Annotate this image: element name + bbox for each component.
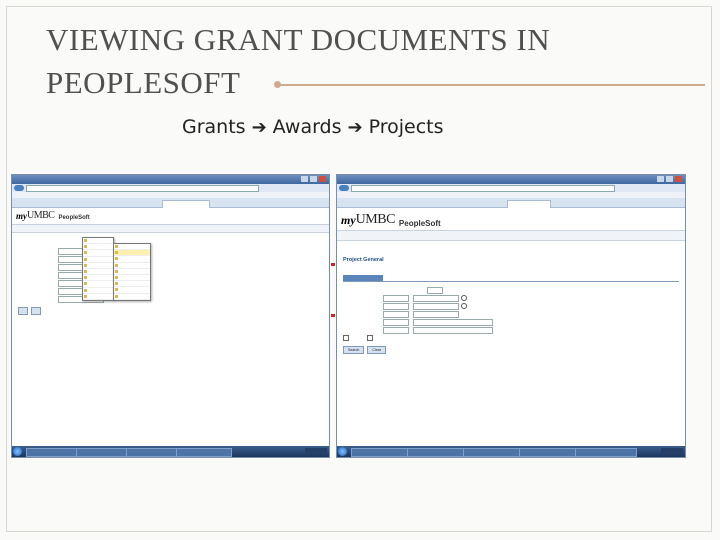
dropdown-menu-level1: [82, 237, 114, 301]
logo-umbc: UMBC: [27, 210, 55, 221]
ps-nav-bar: [337, 231, 685, 241]
include-history-checkbox[interactable]: [343, 335, 349, 341]
peoplesoft-banner: my UMBC PeopleSoft: [337, 208, 685, 231]
maximize-icon: [666, 176, 673, 182]
system-tray: [305, 448, 327, 455]
windows-taskbar: [337, 446, 685, 457]
search-row-description: [343, 310, 679, 318]
ps-content: [12, 233, 329, 320]
instruction-text: [343, 265, 679, 269]
search-button[interactable]: Search: [343, 346, 365, 354]
options-row: [343, 334, 679, 342]
menu-item[interactable]: [114, 294, 150, 300]
start-button-icon[interactable]: [338, 447, 347, 456]
search-tabs: [343, 275, 679, 282]
taskbar-item[interactable]: [407, 448, 469, 457]
browser-address-bar: [337, 184, 685, 192]
taskbar-item[interactable]: [76, 448, 132, 457]
screenshot-peoplesoft-menu: my UMBC PeopleSoft: [11, 174, 330, 458]
ps-nav-bar: [12, 225, 329, 233]
browser-tabs: [337, 198, 685, 208]
address-field: [351, 185, 615, 192]
search-row-program: [343, 318, 679, 326]
arrow-right-icon: ➔: [251, 117, 267, 138]
minimize-icon: [301, 176, 308, 182]
myumbc-logo: my UMBC PeopleSoft: [16, 210, 90, 221]
highlight-marker: [331, 263, 335, 266]
lookup-icon[interactable]: [461, 295, 467, 301]
search-row: [18, 279, 323, 287]
browser-tab: [507, 200, 551, 208]
logo-my: my: [341, 213, 356, 227]
slide-title: VIEWING GRANT DOCUMENTS IN PEOPLESOFT: [46, 22, 551, 100]
clear-button[interactable]: Clear: [367, 346, 386, 354]
search-row: [18, 287, 323, 295]
search-row: [18, 271, 323, 279]
search-row: [18, 263, 323, 271]
search-row-business-unit: [343, 294, 679, 302]
back-button-icon: [14, 185, 24, 191]
peoplesoft-banner: my UMBC PeopleSoft: [12, 208, 329, 225]
browser-address-bar: [12, 184, 329, 192]
myumbc-logo: my UMBC PeopleSoft: [341, 212, 441, 228]
search-row-processing-status: [343, 326, 679, 334]
taskbar-item[interactable]: [176, 448, 232, 457]
system-tray: [661, 448, 683, 455]
logo-peoplesoft: PeopleSoft: [58, 215, 90, 221]
highlight-marker: [331, 314, 335, 317]
search-row: [18, 247, 323, 255]
search-row: [18, 295, 323, 303]
ps-content: Project General Search Clear: [337, 241, 685, 358]
maximize-icon: [310, 176, 317, 182]
search-row: [18, 255, 323, 263]
screenshot-project-general: my UMBC PeopleSoft Project General Search C…: [336, 174, 686, 458]
logo-my: my: [16, 211, 27, 221]
case-sensitive-checkbox[interactable]: [367, 335, 373, 341]
taskbar-item[interactable]: [351, 448, 413, 457]
breadcrumb-awards: Awards: [272, 116, 342, 138]
lookup-icon[interactable]: [461, 303, 467, 309]
tab-find-existing[interactable]: [343, 275, 383, 281]
windows-taskbar: [12, 446, 329, 457]
address-field: [26, 185, 259, 192]
browser-tab: [162, 200, 210, 208]
close-icon: [319, 176, 326, 182]
taskbar-item[interactable]: [126, 448, 182, 457]
back-button-icon: [339, 185, 349, 191]
search-buttons: [18, 307, 323, 316]
logo-umbc: UMBC: [355, 212, 396, 227]
browser-tabs: [12, 198, 329, 208]
taskbar-item[interactable]: [575, 448, 637, 457]
search-row: [343, 286, 679, 294]
browser-title-bar: [337, 175, 685, 184]
search-buttons: Search Clear: [343, 346, 679, 354]
taskbar-item[interactable]: [26, 448, 82, 457]
breadcrumb-projects: Projects: [368, 116, 444, 138]
minimize-icon: [657, 176, 664, 182]
title-accent-rule: [274, 81, 705, 88]
breadcrumb: Grants ➔ Awards ➔ Projects: [182, 116, 444, 138]
start-button-icon[interactable]: [13, 447, 22, 456]
dropdown-menu-level2: [113, 243, 151, 301]
taskbar-item[interactable]: [463, 448, 525, 457]
clear-button[interactable]: [31, 307, 41, 315]
page-heading: Project General: [343, 257, 384, 263]
menu-item[interactable]: [83, 294, 113, 300]
close-icon: [675, 176, 682, 182]
breadcrumb-grants: Grants: [182, 116, 246, 138]
browser-title-bar: [12, 175, 329, 184]
logo-peoplesoft: PeopleSoft: [398, 219, 441, 228]
taskbar-item[interactable]: [519, 448, 581, 457]
arrow-right-icon: ➔: [347, 117, 363, 138]
search-button[interactable]: [18, 307, 28, 315]
search-row-project: [343, 302, 679, 310]
